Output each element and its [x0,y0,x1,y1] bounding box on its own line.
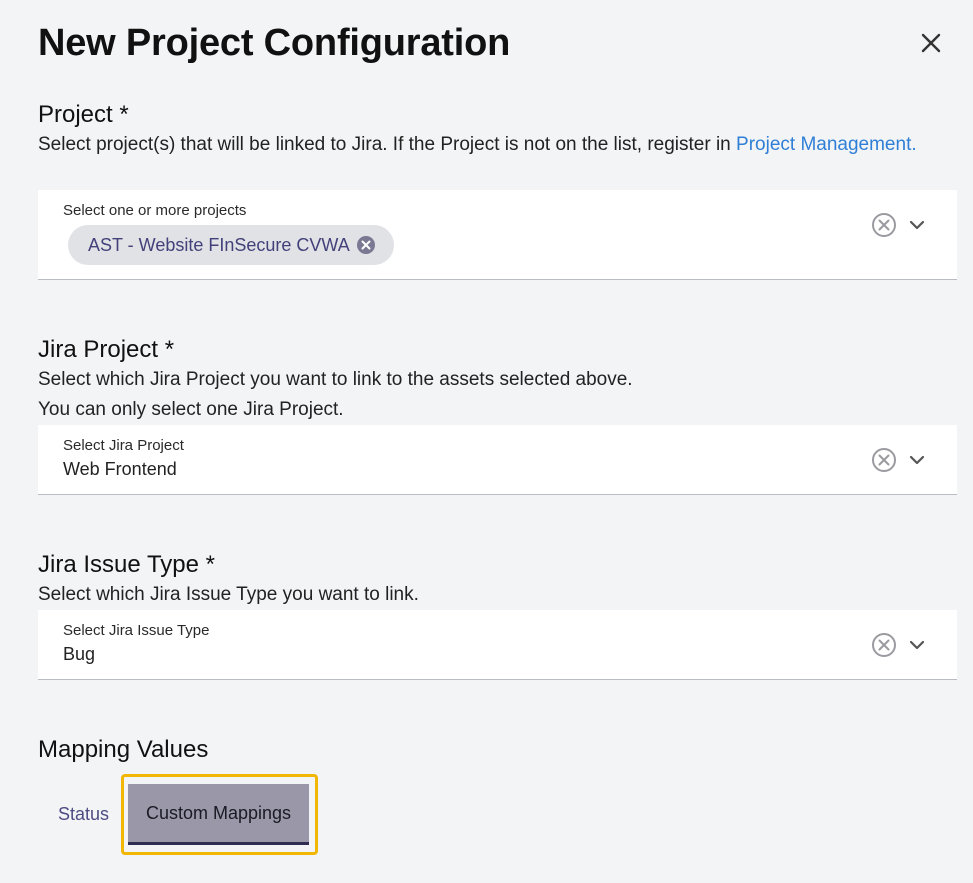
project-select[interactable]: Select one or more projects AST - Websit… [38,190,957,280]
jira-project-section-title: Jira Project * [38,336,175,363]
jira-project-select[interactable]: Select Jira Project Web Frontend [38,425,957,495]
chevron-down-icon[interactable] [907,635,927,655]
dialog-title: New Project Configuration [38,22,511,64]
project-management-link[interactable]: Project Management. [736,134,917,155]
chevron-down-icon[interactable] [907,215,927,235]
tab-status[interactable]: Status [58,804,109,825]
tab-custom-mappings[interactable]: Custom Mappings [128,784,309,845]
jira-issue-type-section-title: Jira Issue Type * [38,551,215,578]
clear-circle-icon[interactable] [871,632,897,658]
jira-issue-type-description: Select which Jira Issue Type you want to… [38,584,419,605]
jira-project-select-value: Web Frontend [63,459,177,479]
jira-issue-type-section: Jira Issue Type * Select which Jira Issu… [38,550,957,680]
project-section-description: Select project(s) that will be linked to… [38,130,957,160]
jira-project-description-line2: You can only select one Jira Project. [38,399,344,420]
jira-issue-type-select-label: Select Jira Issue Type [63,622,210,639]
clear-circle-icon[interactable] [871,212,897,238]
project-chip: AST - Website FInSecure CVWA [68,225,394,265]
project-section-title: Project * [38,101,129,128]
chip-delete-icon[interactable] [356,235,376,255]
jira-project-select-label: Select Jira Project [63,437,184,454]
jira-issue-type-select[interactable]: Select Jira Issue Type Bug [38,610,957,680]
project-description-text: Select project(s) that will be linked to… [38,134,737,155]
close-icon [921,33,941,53]
project-chip-label: AST - Website FInSecure CVWA [88,234,350,255]
clear-circle-icon[interactable] [871,447,897,473]
mapping-values-title: Mapping Values [38,736,209,763]
chevron-down-icon[interactable] [907,450,927,470]
jira-issue-type-select-value: Bug [63,644,96,664]
jira-project-description-line1: Select which Jira Project you want to li… [38,369,633,390]
close-button[interactable] [914,26,948,60]
project-select-label: Select one or more projects [63,202,247,219]
project-section: Project * Select project(s) that will be… [38,100,957,280]
new-project-configuration-dialog: New Project Configuration Project * Sele… [0,0,973,883]
jira-project-section: Jira Project * Select which Jira Project… [38,335,957,495]
